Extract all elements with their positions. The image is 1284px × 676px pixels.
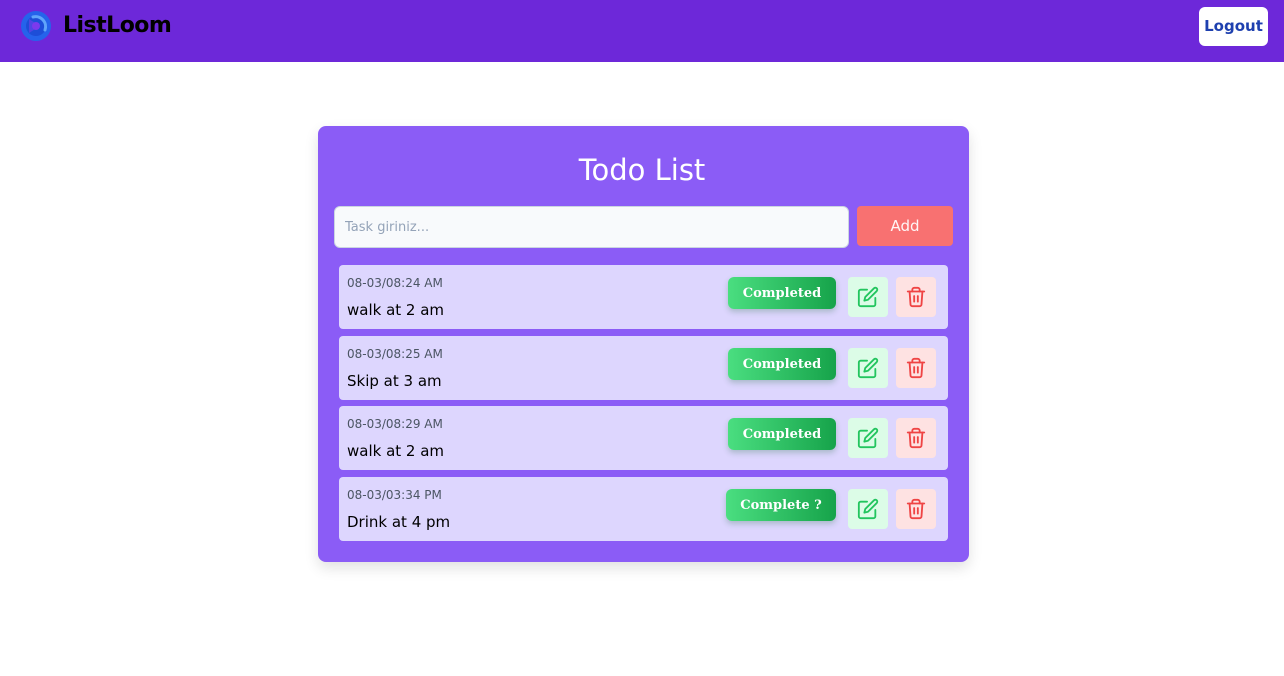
edit-pencil-icon bbox=[857, 427, 879, 449]
delete-button[interactable] bbox=[896, 348, 936, 388]
add-button[interactable]: Add bbox=[857, 206, 953, 246]
complete-button[interactable]: Complete ? bbox=[726, 489, 836, 521]
page-title: Todo List bbox=[578, 153, 706, 187]
todo-date: 08-03/03:34 PM bbox=[347, 488, 442, 502]
todo-text: walk at 2 am bbox=[347, 442, 445, 460]
delete-button[interactable] bbox=[896, 418, 936, 458]
trash-icon bbox=[906, 427, 926, 449]
edit-button[interactable] bbox=[848, 418, 888, 458]
trash-icon bbox=[906, 357, 926, 379]
todo-text: walk at 2 am bbox=[347, 301, 445, 319]
edit-pencil-icon bbox=[857, 286, 879, 308]
brand[interactable]: ListLoom bbox=[20, 10, 172, 42]
edit-pencil-icon bbox=[857, 498, 879, 520]
trash-icon bbox=[906, 286, 926, 308]
todo-date: 08-03/08:24 AM bbox=[347, 276, 443, 290]
task-input[interactable] bbox=[334, 206, 849, 248]
delete-button[interactable] bbox=[896, 277, 936, 317]
edit-pencil-icon bbox=[857, 357, 879, 379]
listloom-logo-icon bbox=[21, 11, 51, 41]
todo-item: 08-03/08:29 AM walk at 2 am Completed bbox=[339, 406, 948, 470]
navbar: ListLoom Logout bbox=[0, 0, 1284, 62]
status-button[interactable]: Completed bbox=[728, 418, 836, 450]
logout-button[interactable]: Logout bbox=[1199, 7, 1268, 46]
brand-name: ListLoom bbox=[63, 13, 172, 38]
edit-button[interactable] bbox=[848, 489, 888, 529]
todo-date: 08-03/08:25 AM bbox=[347, 347, 443, 361]
status-button[interactable]: Completed bbox=[728, 348, 836, 380]
trash-icon bbox=[906, 498, 926, 520]
todo-text: Drink at 4 pm bbox=[347, 513, 451, 531]
todo-item: 08-03/03:34 PM Drink at 4 pm Complete ? bbox=[339, 477, 948, 541]
delete-button[interactable] bbox=[896, 489, 936, 529]
edit-button[interactable] bbox=[848, 348, 888, 388]
todo-date: 08-03/08:29 AM bbox=[347, 417, 443, 431]
edit-button[interactable] bbox=[848, 277, 888, 317]
todo-text: Skip at 3 am bbox=[347, 372, 442, 390]
status-button[interactable]: Completed bbox=[728, 277, 836, 309]
todo-item: 08-03/08:25 AM Skip at 3 am Completed bbox=[339, 336, 948, 400]
todo-item: 08-03/08:24 AM walk at 2 am Completed bbox=[339, 265, 948, 329]
